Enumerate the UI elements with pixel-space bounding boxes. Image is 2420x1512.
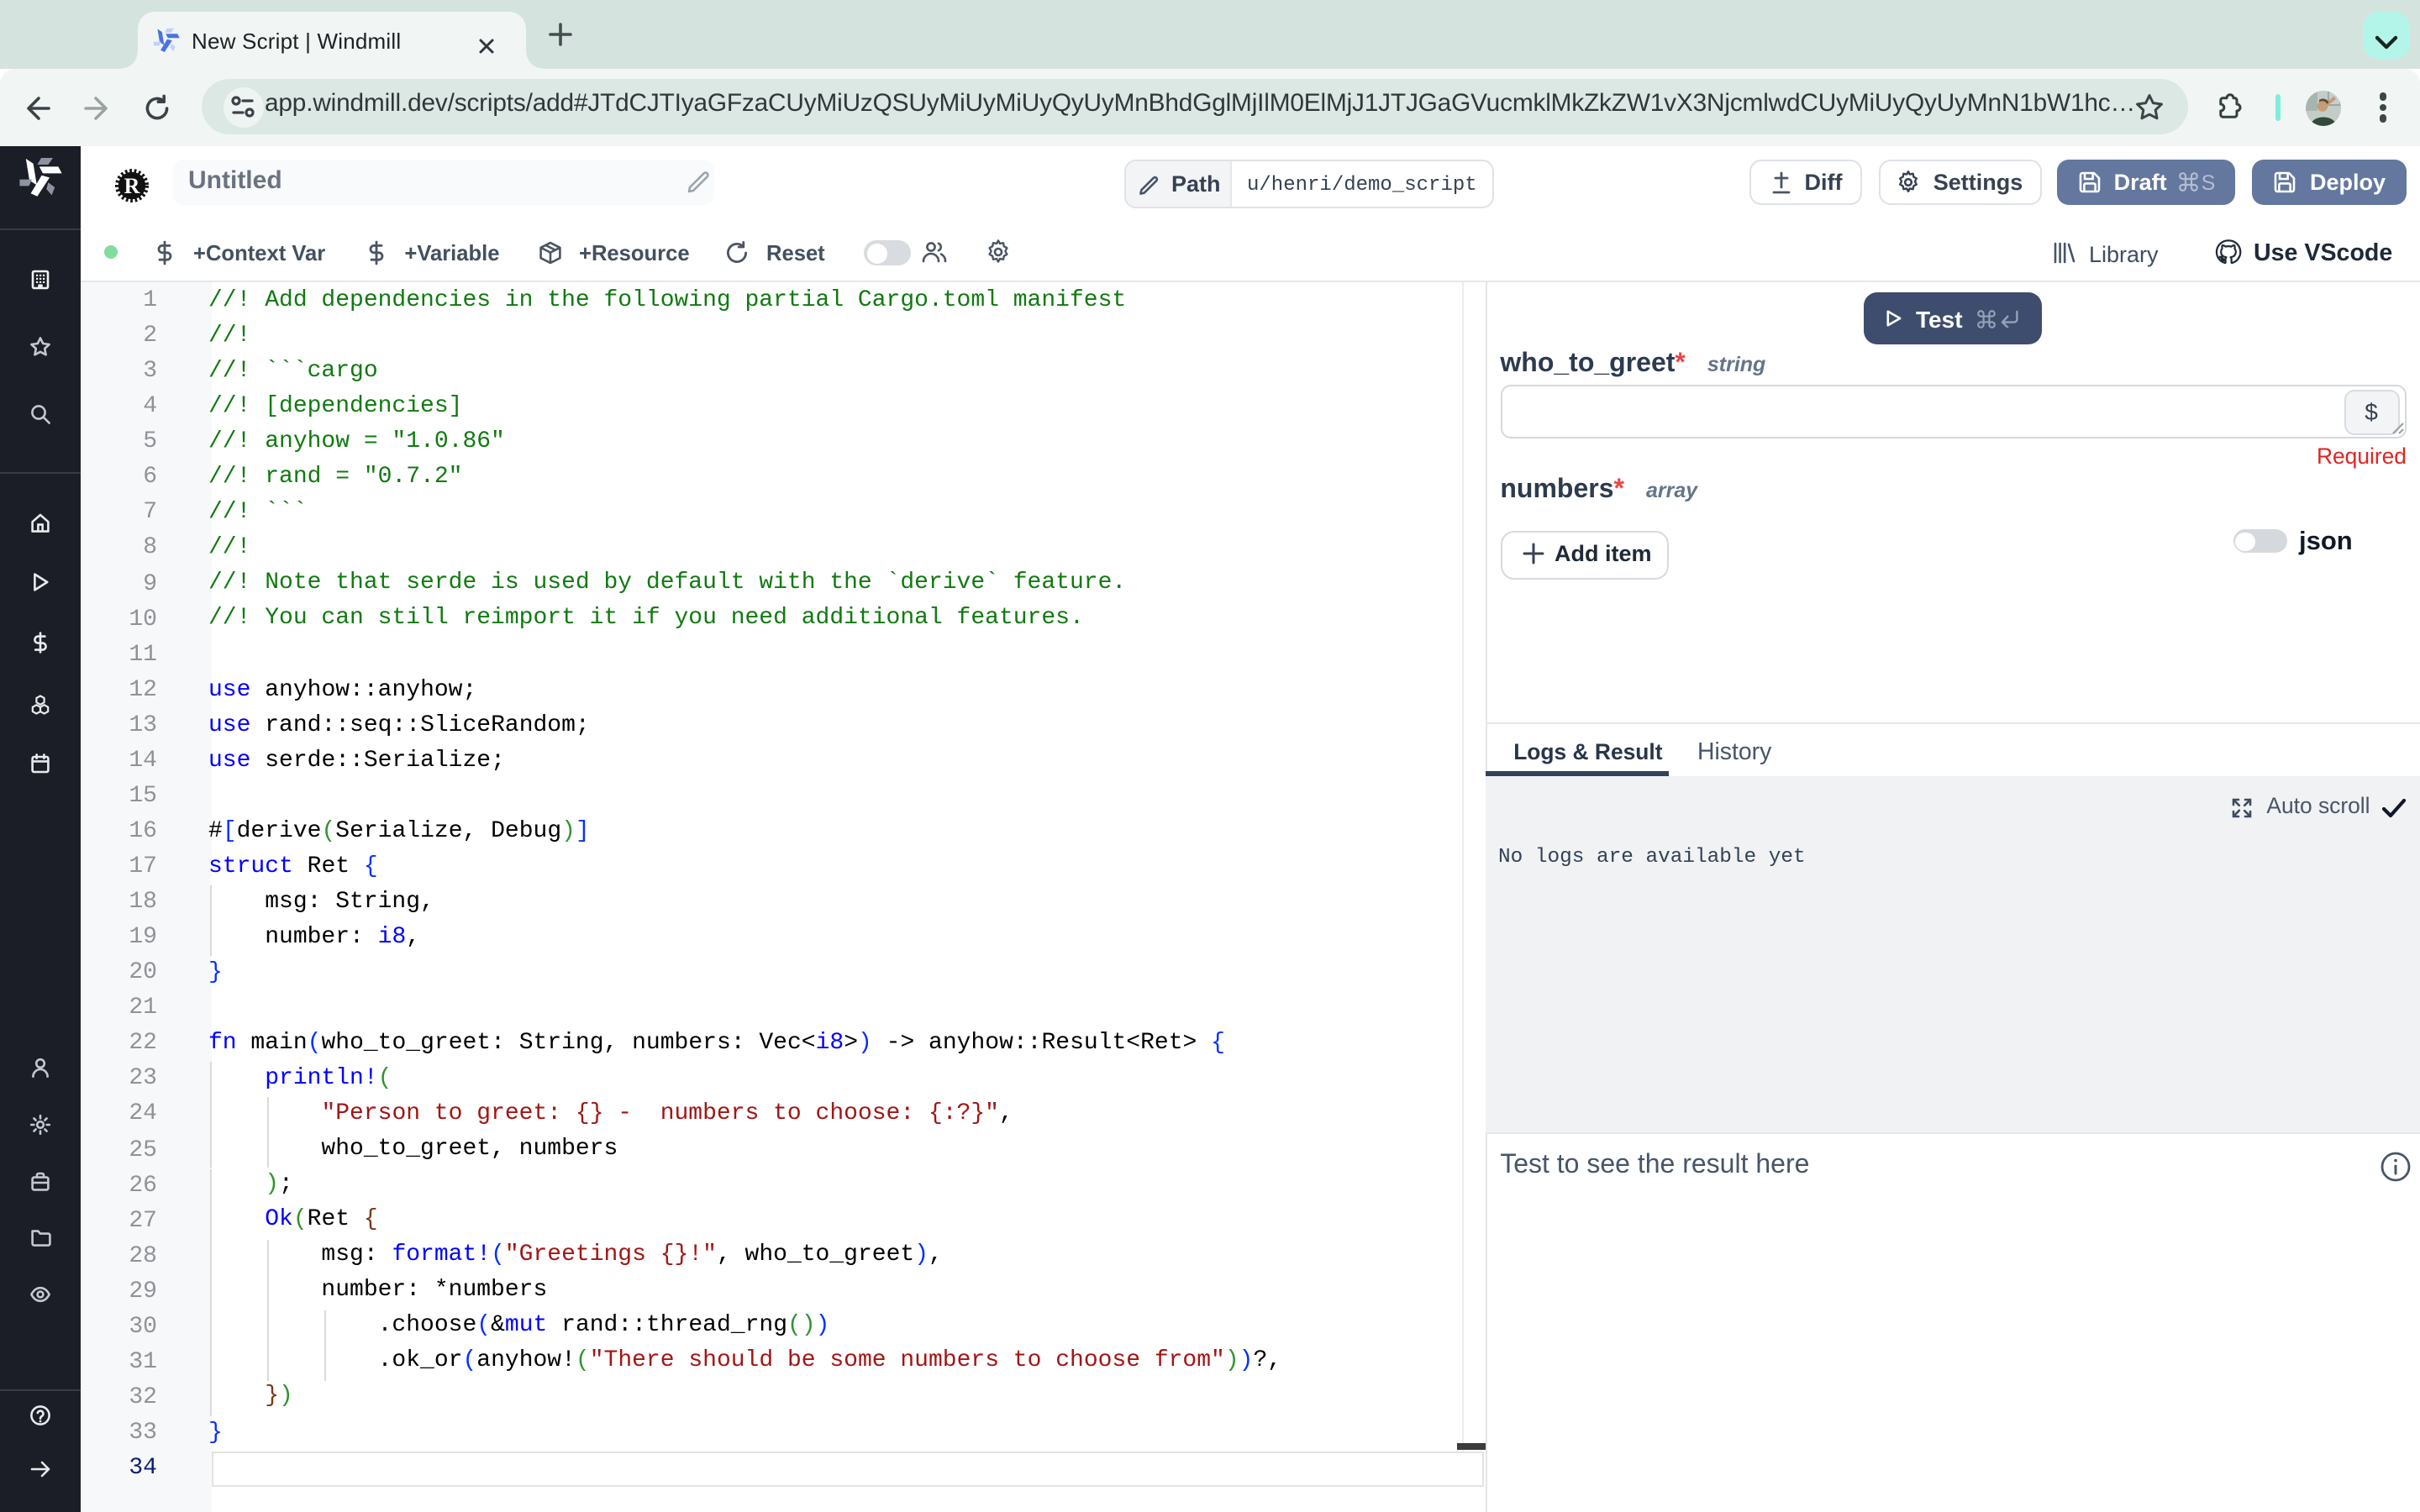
- svg-text:R: R: [124, 174, 140, 198]
